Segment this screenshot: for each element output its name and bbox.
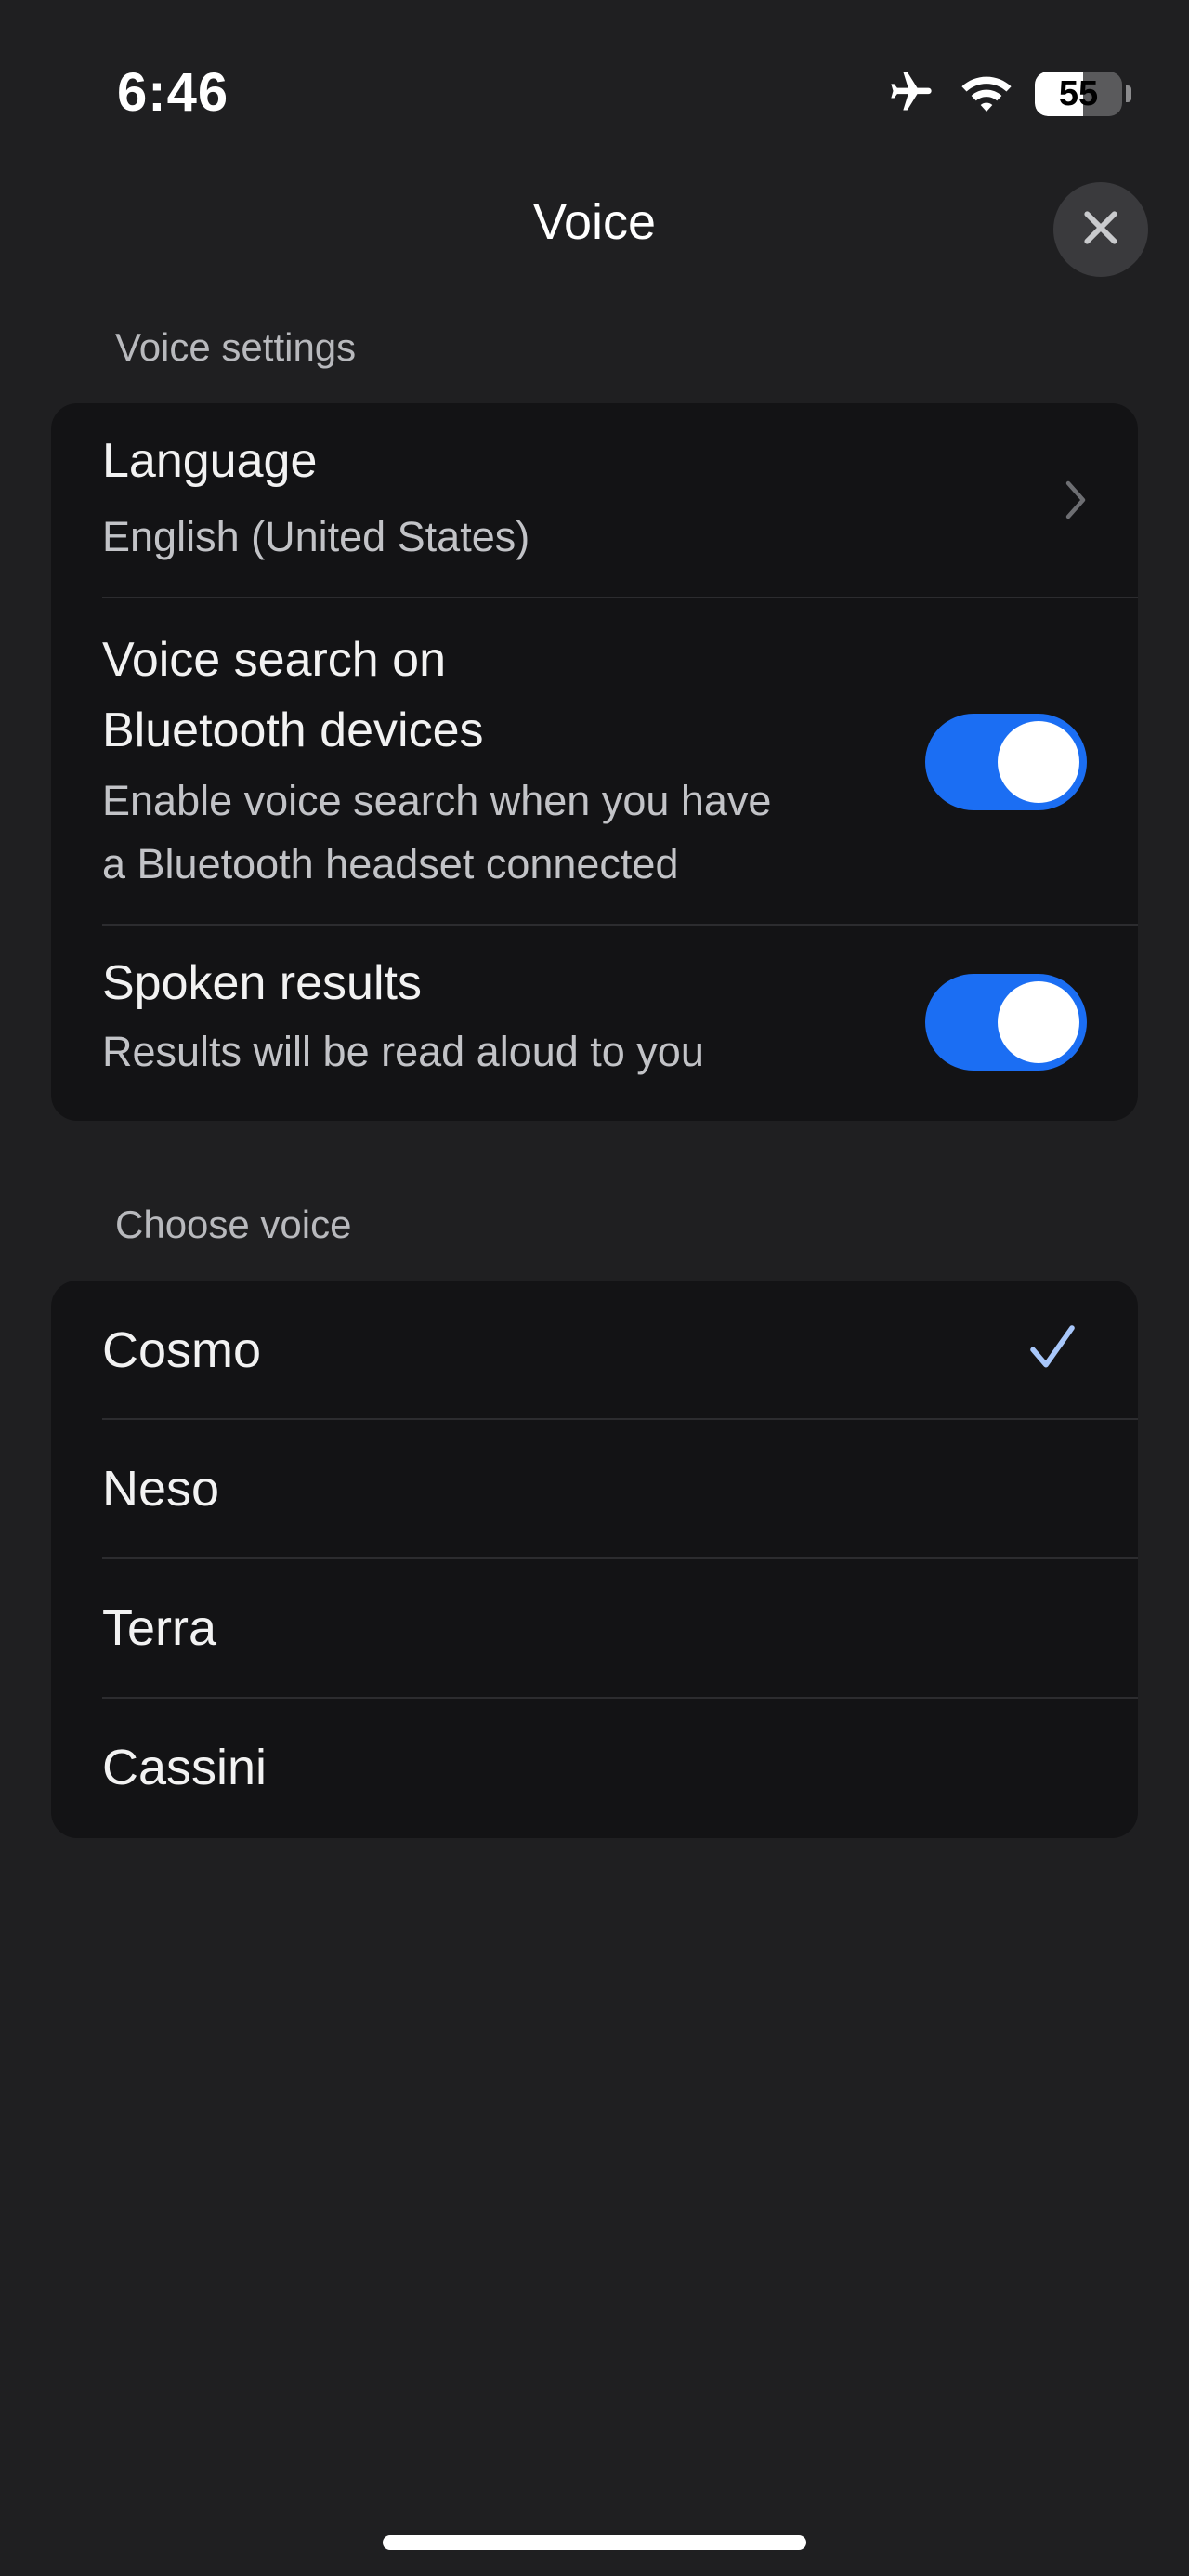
wifi-icon bbox=[960, 70, 1013, 119]
battery-level: 55 bbox=[1058, 73, 1099, 113]
airplane-icon bbox=[884, 68, 938, 121]
voice-label: Terra bbox=[102, 1600, 217, 1656]
home-indicator[interactable] bbox=[383, 2535, 806, 2550]
choose-voice-card: Cosmo Neso Terra Cassini bbox=[51, 1281, 1138, 1838]
voice-label: Cosmo bbox=[102, 1322, 262, 1378]
bluetooth-voice-search-toggle[interactable] bbox=[925, 714, 1087, 810]
section-title-voice-settings: Voice settings bbox=[115, 325, 357, 369]
voice-option-neso[interactable]: Neso bbox=[51, 1420, 1138, 1559]
page-title: Voice bbox=[532, 194, 657, 250]
status-icons: 55 bbox=[884, 65, 1131, 123]
language-value: English (United States) bbox=[102, 513, 530, 560]
chevron-right-icon bbox=[1065, 480, 1087, 525]
bluetooth-sub-line2: a Bluetooth headset connected bbox=[102, 840, 679, 887]
bluetooth-sub-line1: Enable voice search when you have bbox=[102, 777, 772, 824]
voice-option-cosmo[interactable]: Cosmo bbox=[51, 1281, 1138, 1420]
bluetooth-title-line2: Bluetooth devices bbox=[102, 703, 484, 757]
voice-label: Neso bbox=[102, 1461, 220, 1517]
bluetooth-title-line1: Voice search on bbox=[102, 633, 447, 687]
section-title-choose-voice: Choose voice bbox=[115, 1203, 352, 1246]
close-button[interactable] bbox=[1053, 182, 1148, 277]
voice-label: Cassini bbox=[102, 1740, 268, 1795]
checkmark-icon bbox=[1026, 1321, 1078, 1378]
battery-icon: 55 bbox=[1035, 72, 1122, 116]
spoken-results-toggle[interactable] bbox=[925, 974, 1087, 1071]
status-time: 6:46 bbox=[117, 62, 229, 123]
spoken-results-title: Spoken results bbox=[102, 956, 422, 1010]
spoken-results-sub: Results will be read aloud to you bbox=[102, 1028, 704, 1075]
voice-settings-card: Language English (United States) Voice s… bbox=[51, 403, 1138, 1121]
close-icon bbox=[1080, 207, 1121, 253]
battery-nub bbox=[1126, 85, 1131, 102]
bluetooth-voice-search-row: Voice search on Bluetooth devices Enable… bbox=[51, 598, 1138, 926]
toggle-knob bbox=[998, 981, 1079, 1063]
language-row[interactable]: Language English (United States) bbox=[51, 403, 1138, 597]
toggle-knob bbox=[998, 721, 1079, 803]
spoken-results-row: Spoken results Results will be read alou… bbox=[51, 926, 1138, 1121]
voice-option-cassini[interactable]: Cassini bbox=[51, 1699, 1138, 1838]
voice-option-terra[interactable]: Terra bbox=[51, 1559, 1138, 1699]
language-title: Language bbox=[102, 434, 318, 488]
